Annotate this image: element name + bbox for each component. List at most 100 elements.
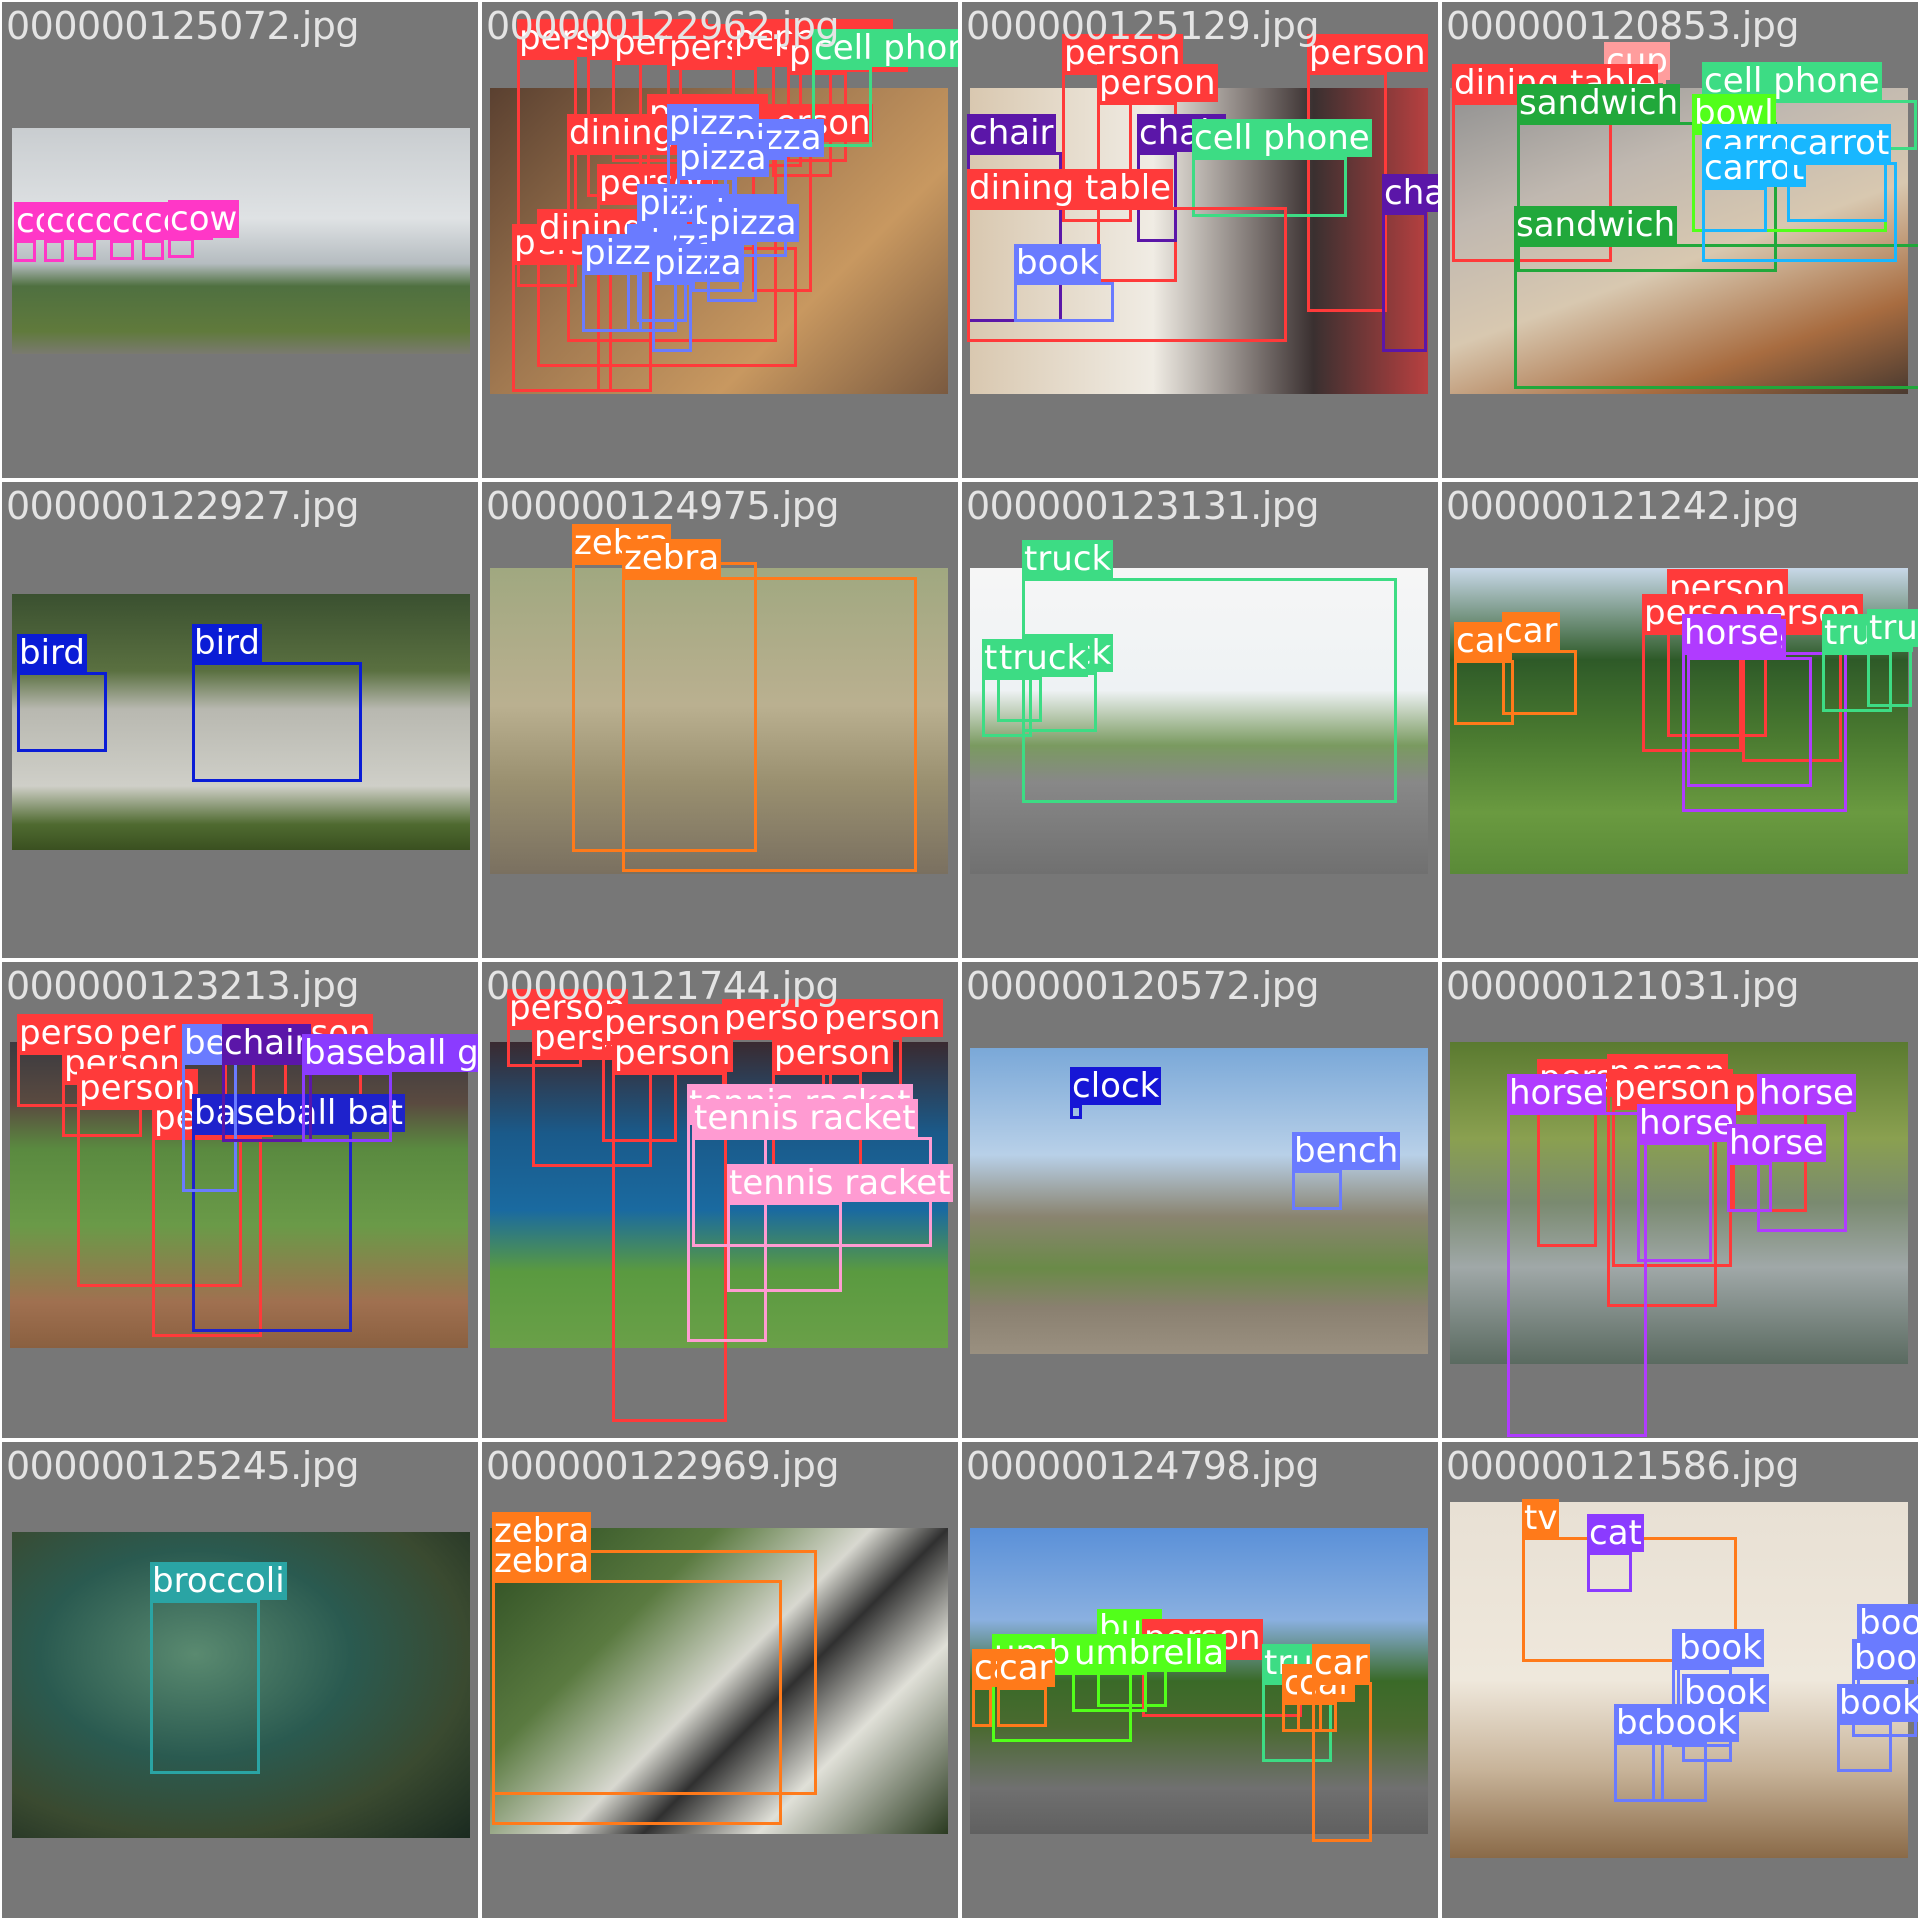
detection-mosaic-grid: cowcowcowcowcowcow000000125072.jpgperson… (0, 0, 1920, 1920)
filename-label: 000000125245.jpg (6, 1444, 360, 1488)
bounding-box (1507, 1112, 1647, 1437)
detection-label: chair (1382, 174, 1438, 212)
image-tile: bird bird 000000122927.jpg (2, 482, 478, 958)
bounding-box (1787, 162, 1887, 222)
filename-label: 000000121586.jpg (1446, 1444, 1800, 1488)
bounding-box (302, 1072, 392, 1142)
detection-label: horse (1507, 1073, 1606, 1113)
detection-label: dining table (967, 168, 1174, 208)
detection-label: cell phone (1192, 118, 1372, 158)
detection-label: broccoli (150, 1561, 287, 1601)
image-tile: clock bench 000000120572.jpg (962, 962, 1438, 1438)
filename-label: 000000120853.jpg (1446, 4, 1800, 48)
detection-label: clock (1070, 1066, 1162, 1106)
detection-label: book (1014, 243, 1101, 283)
detection-label: book (1652, 1703, 1739, 1743)
bounding-box (1652, 1742, 1707, 1802)
bounding-box (192, 662, 362, 782)
bounding-box (17, 672, 107, 752)
bounding-box (707, 242, 757, 302)
detection-label: person (612, 1033, 733, 1073)
detection-label: umbrella (1072, 1633, 1227, 1673)
bounding-box (997, 1687, 1047, 1727)
bounding-box (1072, 1672, 1147, 1712)
bounding-box (1637, 1142, 1712, 1262)
detection-label: person (1097, 63, 1218, 103)
detection-label: sandwich (1517, 83, 1681, 123)
image-tile: zebrazebra000000124975.jpg (482, 482, 958, 958)
detection-label: car (1502, 611, 1560, 651)
detection-label: person (822, 998, 943, 1038)
detection-label: horse (1637, 1103, 1736, 1143)
bounding-box (1727, 1162, 1772, 1212)
bounding-box (222, 1062, 312, 1142)
bounding-box (1837, 1722, 1892, 1772)
image-tile: personpersonpersonpersonpersonpersonpers… (2, 962, 478, 1438)
bounding-box (14, 240, 36, 262)
bounding-box (492, 1580, 782, 1825)
filename-label: 000000123131.jpg (966, 484, 1320, 528)
image-tile: personpersonpersonpersonpersonpersonpers… (482, 962, 958, 1438)
bounding-box (1867, 647, 1912, 707)
bounding-box (997, 677, 1042, 722)
bounding-box (582, 272, 642, 332)
bounding-box (1014, 282, 1114, 322)
bounding-box (1382, 212, 1427, 352)
filename-label: 000000122927.jpg (6, 484, 360, 528)
bounding-box (1514, 244, 1918, 389)
bounding-box (110, 240, 134, 260)
bounding-box (142, 240, 164, 260)
detection-label: cow (168, 199, 240, 239)
detection-label: pizza (707, 203, 799, 243)
bounding-box (1312, 1682, 1372, 1842)
detection-label: zebra (622, 538, 722, 578)
detection-label: sandwich (1514, 205, 1678, 245)
bounding-box (150, 1600, 260, 1774)
bounding-box (972, 1687, 992, 1727)
image-tile: trucktrucktrucktruck000000123131.jpg (962, 482, 1438, 958)
filename-label: 000000125072.jpg (6, 4, 360, 48)
detection-label: truck (1867, 609, 1918, 647)
detection-label: person (1612, 1068, 1733, 1108)
image-tile: cup dining table cell phone sandwich sandwic… (1442, 2, 1918, 478)
detection-label: bench (1292, 1131, 1401, 1171)
filename-label: 000000125129.jpg (966, 4, 1320, 48)
bounding-box (1292, 1170, 1342, 1210)
detection-label: tennis racket (692, 1098, 918, 1138)
photo-content (970, 1048, 1428, 1354)
detection-label: baseball glove (302, 1034, 478, 1072)
detection-label: truck (997, 638, 1089, 678)
bounding-box (168, 238, 194, 258)
detection-label: book (1857, 1604, 1918, 1642)
image-tile: broccoli 000000125245.jpg (2, 1442, 478, 1918)
filename-label: 000000123213.jpg (6, 964, 360, 1008)
detection-label: horse (1727, 1123, 1826, 1163)
detection-label: tennis racket (727, 1163, 953, 1203)
detection-label: truck (1022, 539, 1114, 579)
bounding-box (622, 577, 917, 872)
detection-label: person (772, 1033, 893, 1073)
bounding-box (44, 240, 64, 262)
detection-label: book (1837, 1684, 1918, 1722)
image-tile: zebra zebra 000000122969.jpg (482, 1442, 958, 1918)
detection-label: horse (1757, 1073, 1856, 1113)
detection-label: car (1312, 1643, 1370, 1683)
image-tile: tvcatbookbookbookbookbookbookbookbook000… (1442, 1442, 1918, 1918)
bounding-box (1587, 1552, 1632, 1592)
filename-label: 000000122969.jpg (486, 1444, 840, 1488)
detection-label: bird (17, 633, 87, 673)
image-tile: buspersonumbrellaumbrellatruckcarcarcarc… (962, 1442, 1438, 1918)
image-tile: personpersonpersonchairchairchaircell ph… (962, 2, 1438, 478)
bounding-box (1070, 1105, 1082, 1119)
filename-label: 000000121031.jpg (1446, 964, 1800, 1008)
detection-label: book (1677, 1628, 1764, 1668)
image-tile: personpersonpersonpersonpersonpersonpers… (482, 2, 958, 478)
detection-label: book (1852, 1639, 1918, 1677)
bounding-box (652, 282, 692, 352)
detection-photo (970, 1048, 1428, 1354)
filename-label: 000000124975.jpg (486, 484, 840, 528)
bounding-box (74, 240, 96, 260)
detection-label: chair (967, 113, 1056, 153)
detection-label: carrot (1787, 123, 1892, 163)
bounding-box (1502, 650, 1577, 715)
